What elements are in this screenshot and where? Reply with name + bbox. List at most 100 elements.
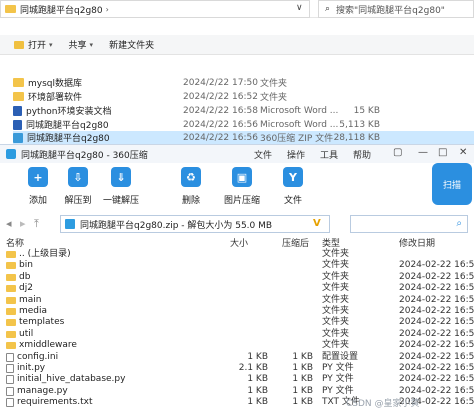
zip-item-name-cell: init.py	[6, 363, 45, 374]
image-compress-button[interactable]: ▣ 图片压缩	[222, 167, 262, 206]
file-date: 2024/2/22 16:56	[183, 132, 258, 143]
minimize-icon[interactable]: —	[418, 147, 428, 158]
folder-icon	[5, 5, 16, 13]
share-label: 共享	[68, 41, 87, 51]
explorer-file-row[interactable]: 同城跑腿平台q2g80 2024/2/22 16:56 360压缩 ZIP 文件 28…	[13, 131, 474, 144]
open-button[interactable]: 打开 ▾	[6, 35, 61, 55]
zip-item-compressed: 1 KB	[292, 363, 313, 373]
zip-item-size: 1 KB	[247, 397, 268, 408]
zip-item-name: manage.py	[17, 385, 68, 396]
zip-column-headers: 名称 大小 压缩后 类型 修改日期	[0, 235, 474, 249]
zip-item-name-cell: .. (上级目录)	[6, 249, 71, 260]
menu-operation[interactable]: 操作	[287, 148, 305, 161]
zip-item-type: 文件夹	[322, 328, 350, 339]
scan-label: 扫描	[442, 180, 461, 191]
zip-address-text: 同城跑腿平台q2g80.zip - 解包大小为 55.0 MB	[80, 220, 273, 231]
zip-item-date: 2024-02-22 16:52	[399, 363, 474, 373]
zip-item-type: 文件夹	[322, 283, 350, 294]
search-icon: ⌕	[325, 4, 331, 14]
menu-tools[interactable]: 工具	[320, 148, 338, 161]
zip-item-type: 文件夹	[322, 260, 350, 271]
file-name-cell: 同城跑腿平台q2g80	[13, 118, 183, 131]
col-type-header[interactable]: 类型	[322, 236, 340, 249]
file-icon	[6, 364, 14, 373]
one-click-extract-button[interactable]: ⇓ 一键解压	[101, 167, 141, 206]
file-button[interactable]: Y 文件	[273, 167, 313, 206]
zip-list-row[interactable]: initial_hive_database.py 1 KB 1 KB PY 文件 202…	[0, 374, 474, 385]
menu-file[interactable]: 文件	[254, 148, 272, 161]
new-folder-label: 新建文件夹	[109, 41, 155, 51]
zip-search-input[interactable]: ⌕	[350, 215, 468, 233]
add-button[interactable]: + 添加	[18, 167, 58, 206]
zip-item-date: 2024-02-22 16:56	[399, 317, 474, 328]
zip-item-type: 文件夹	[322, 249, 350, 259]
new-folder-button[interactable]: 新建文件夹	[101, 35, 162, 55]
col-modified-header[interactable]: 修改日期	[399, 236, 435, 249]
explorer-title-bar: 同城跑腿平台q2g80 › ∨ ⌕ 搜索"同城跑腿平台q2g80"	[0, 0, 474, 18]
extract-to-button[interactable]: ⇩ 解压到	[58, 167, 98, 206]
zip-list-row[interactable]: .. (上级目录) 文件夹	[0, 249, 474, 260]
zip-item-name: dj2	[19, 283, 33, 294]
zip-list-row[interactable]: xmiddleware 文件夹 2024-02-22 16:56	[0, 340, 474, 351]
back-icon[interactable]: ◂	[6, 217, 12, 230]
file-icon: Y	[283, 167, 303, 187]
zip-address-bar[interactable]: 同城跑腿平台q2g80.zip - 解包大小为 55.0 MB	[60, 215, 330, 233]
address-dropdown-icon[interactable]: ∨	[296, 3, 303, 13]
zip-item-name: main	[19, 294, 42, 305]
zip-list-row[interactable]: util 文件夹 2024-02-22 16:56	[0, 329, 474, 340]
zip-logo-icon	[6, 149, 16, 159]
forward-icon[interactable]: ▸	[20, 217, 26, 230]
zip-item-name: init.py	[17, 363, 46, 373]
chevron-down-icon: ▾	[49, 40, 53, 49]
explorer-file-row[interactable]: 环境部署软件 2024/2/22 16:52 文件夹	[13, 90, 474, 103]
zip-list-row[interactable]: media 文件夹 2024-02-22 16:56	[0, 306, 474, 317]
file-name-cell: 环境部署软件	[13, 90, 183, 103]
scan-button[interactable]: 扫描	[432, 163, 472, 205]
zip-item-date: 2024-02-22 16:56	[399, 306, 474, 316]
zip-window: 同城跑腿平台q2g80 - 360压缩 文件 操作 工具 帮助 ▢ — □ ✕ …	[0, 144, 474, 415]
menu-help[interactable]: 帮助	[353, 148, 371, 161]
zip-item-name: bin	[19, 260, 33, 271]
zip-item-size: 1 KB	[247, 351, 268, 362]
image-compress-icon: ▣	[232, 167, 252, 187]
explorer-search-input[interactable]: ⌕ 搜索"同城跑腿平台q2g80"	[318, 0, 474, 18]
zip-item-compressed: 1 KB	[292, 397, 313, 408]
col-name-header[interactable]: 名称	[6, 236, 24, 249]
zip-item-name: media	[19, 306, 48, 316]
zip-item-date: 2024-02-22 16:56	[399, 260, 474, 271]
chevron-down-icon: ▾	[89, 40, 94, 49]
file-icon	[6, 398, 14, 408]
explorer-file-row[interactable]: mysql数据库 2024/2/22 17:50 文件夹	[13, 76, 474, 89]
share-button[interactable]: 共享 ▾	[61, 35, 102, 55]
zip-list-row[interactable]: db 文件夹 2024-02-22 16:56	[0, 272, 474, 283]
zip-item-size: 1 KB	[247, 385, 268, 396]
zip-file-icon	[65, 219, 75, 229]
explorer-address-bar[interactable]: 同城跑腿平台q2g80 ›	[0, 0, 310, 18]
zip-list-row[interactable]: init.py 2.1 KB 1 KB PY 文件 2024-02-22 16:52	[0, 363, 474, 374]
zip-address-row: ◂ ▸ ⤒ 同城跑腿平台q2g80.zip - 解包大小为 55.0 MB V …	[0, 215, 474, 233]
up-folder-icon[interactable]: ⤒	[34, 217, 39, 231]
verified-icon: V	[313, 218, 321, 229]
close-icon[interactable]: ✕	[459, 147, 467, 158]
zip-item-date: 2024-02-22 16:52	[399, 374, 474, 385]
zip-list-row[interactable]: bin 文件夹 2024-02-22 16:56	[0, 260, 474, 271]
delete-button[interactable]: ♻ 删除	[171, 167, 211, 206]
zip-item-compressed: 1 KB	[292, 374, 313, 385]
maximize-icon[interactable]: □	[438, 147, 447, 158]
zip-list-row[interactable]: config.ini 1 KB 1 KB 配置设置 2024-02-22 16:52	[0, 352, 474, 363]
file-size: 28,118 KB	[333, 132, 380, 143]
zip-list-row[interactable]: dj2 文件夹 2024-02-22 16:56	[0, 283, 474, 294]
folder-icon	[6, 308, 16, 315]
watermark: CSDN @皇家小黄	[346, 399, 420, 409]
col-compressed-header[interactable]: 压缩后	[282, 236, 309, 249]
col-size-header[interactable]: 大小	[230, 236, 248, 249]
zip-item-type: 文件夹	[322, 294, 350, 305]
explorer-file-row[interactable]: 同城跑腿平台q2g80 2024/2/22 16:56 Microsoft Word…	[13, 118, 474, 131]
zip-list-row[interactable]: templates 文件夹 2024-02-22 16:56	[0, 317, 474, 328]
skin-icon[interactable]: ▢	[393, 147, 402, 158]
zip-item-name: config.ini	[17, 351, 59, 362]
zip-list-row[interactable]: main 文件夹 2024-02-22 16:56	[0, 295, 474, 306]
explorer-file-row[interactable]: python环境安装文档 2024/2/22 16:58 Microsoft Wor…	[13, 104, 474, 117]
file-label: 文件	[283, 196, 302, 206]
zip-item-date: 2024-02-22 16:56	[399, 271, 474, 282]
